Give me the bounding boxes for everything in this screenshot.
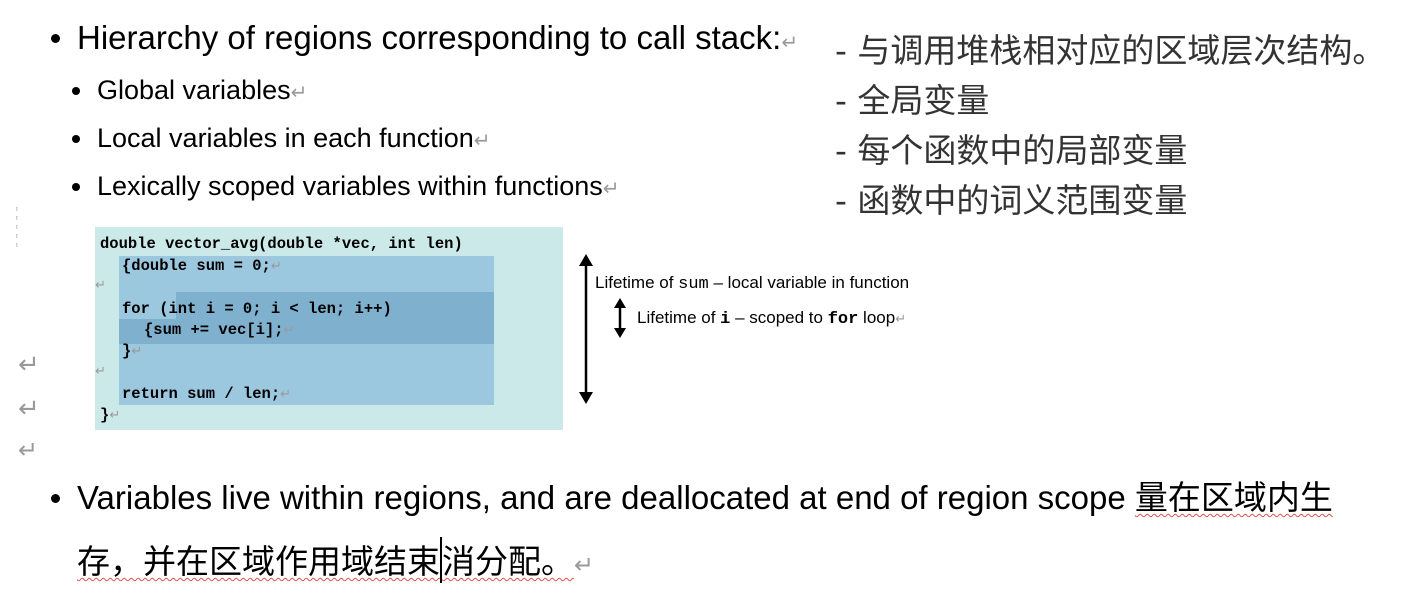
- code-line: for (int i = 0; i < len; i++): [122, 300, 392, 318]
- return-mark-icon: ↵: [18, 436, 39, 464]
- return-mark-icon: ↵: [283, 323, 295, 338]
- translation-line: - 每个函数中的局部变量: [835, 131, 1188, 170]
- annotation-sum-lifetime: Lifetime of sum – local variable in func…: [595, 273, 910, 294]
- code-line: ↵: [95, 362, 106, 380]
- sub-bullet-dot: [72, 87, 80, 95]
- bullet-bottom-continuation: 存，并在区域作用域结束消分配。↵: [77, 537, 594, 585]
- translation-line: - 与调用堆栈相对应的区域层次结构。: [835, 31, 1386, 70]
- return-mark-icon: ↵: [290, 80, 308, 104]
- bullet-bottom-chinese: 量在区域内生: [1134, 478, 1333, 517]
- bullet-bottom-chinese: 消分配。: [442, 542, 574, 581]
- return-mark-icon: ↵: [131, 344, 143, 359]
- return-mark-icon: ↵: [781, 30, 799, 54]
- sub-bullet-text: Global variables: [97, 75, 291, 105]
- code-line: {sum += vec[i];↵: [144, 321, 295, 339]
- bullet-bottom-chinese: 存，并在区域作用域结束: [77, 542, 440, 581]
- bullet-bottom-text: Variables live within regions, and are d…: [77, 479, 1135, 516]
- return-mark-icon: ↵: [18, 394, 40, 424]
- code-line: {double sum = 0;↵: [122, 257, 282, 275]
- code-line: }↵: [122, 342, 143, 360]
- return-mark-icon: ↵: [280, 387, 292, 402]
- sub-bullet-local: Local variables in each function↵: [97, 121, 491, 157]
- bullet-bottom: Variables live within regions, and are d…: [77, 478, 1333, 518]
- return-mark-icon: ↵: [895, 312, 907, 327]
- code-line: double vector_avg(double *vec, int len): [100, 235, 463, 253]
- code-line: return sum / len;↵: [122, 385, 292, 403]
- double-arrow-icon: [614, 298, 626, 338]
- code-line: }↵: [100, 406, 121, 424]
- return-mark-icon: ↵: [95, 364, 106, 379]
- return-mark-icon: ↵: [574, 551, 595, 579]
- bullet-dot: [51, 494, 60, 503]
- sub-bullet-text: Local variables in each function: [97, 123, 474, 153]
- return-mark-icon: ↵: [109, 408, 121, 423]
- return-mark-icon: ↵: [270, 259, 282, 274]
- translation-line: - 全局变量: [835, 81, 990, 120]
- bullet-heading: Hierarchy of regions corresponding to ca…: [77, 18, 798, 62]
- code-line: ↵: [95, 276, 106, 294]
- return-mark-icon: ↵: [473, 128, 491, 152]
- annotation-i-lifetime: Lifetime of i – scoped to for loop↵: [637, 308, 907, 329]
- sub-bullet-dot: [72, 135, 80, 143]
- return-mark-icon: ↵: [18, 350, 40, 380]
- sub-bullet-lexical: Lexically scoped variables within functi…: [97, 169, 620, 205]
- bullet-heading-text: Hierarchy of regions corresponding to ca…: [77, 19, 782, 56]
- margin-marks: ᵗᵗᵗᵗᵗ: [16, 205, 18, 251]
- sub-bullet-global: Global variables↵: [97, 73, 307, 109]
- translation-line: - 函数中的词义范围变量: [835, 181, 1188, 220]
- bullet-dot: [51, 34, 60, 43]
- return-mark-icon: ↵: [95, 278, 106, 293]
- sub-bullet-dot: [72, 183, 80, 191]
- sub-bullet-text: Lexically scoped variables within functi…: [97, 171, 603, 201]
- return-mark-icon: ↵: [602, 176, 620, 200]
